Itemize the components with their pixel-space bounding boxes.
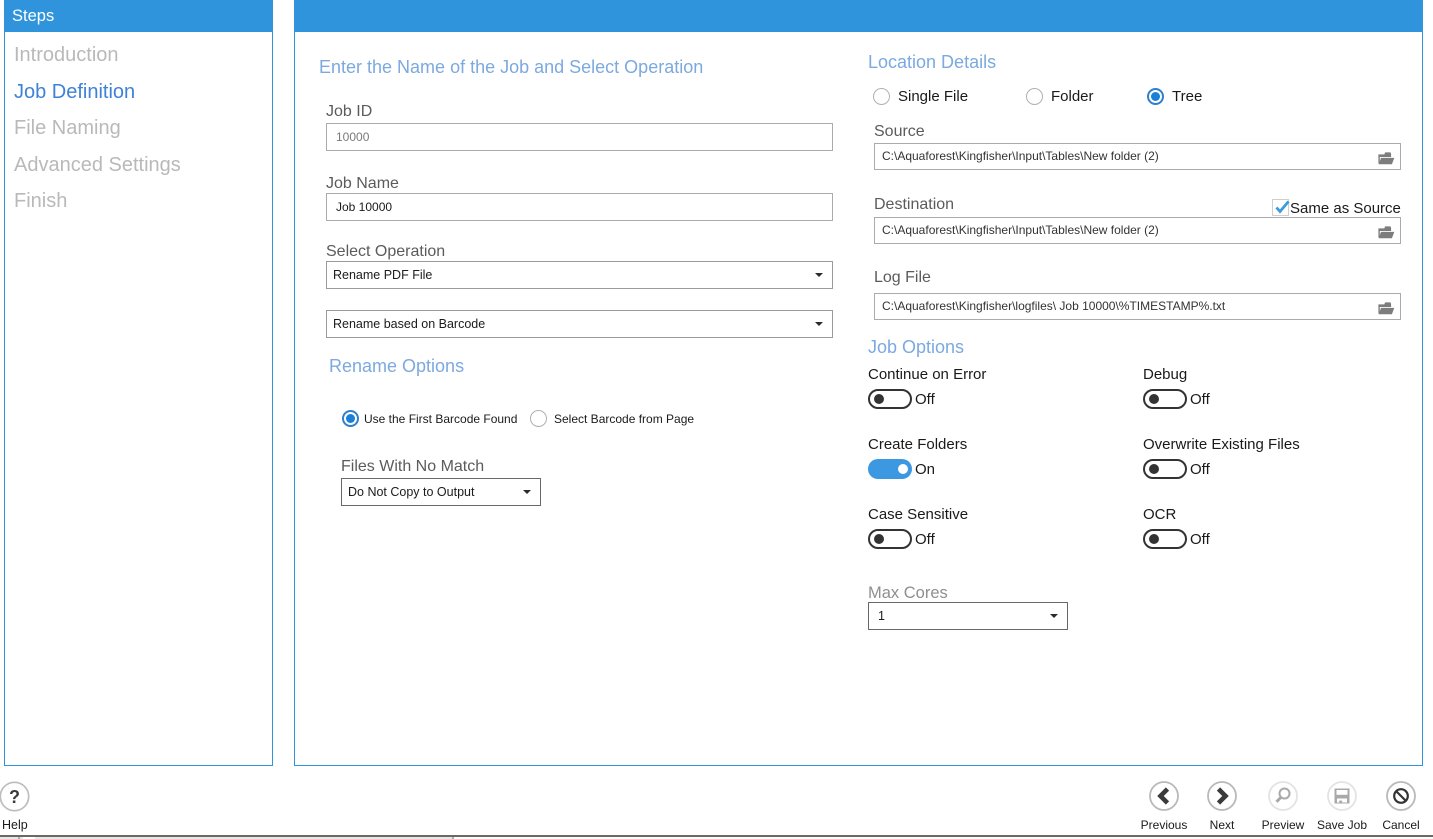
svg-text:?: ? (9, 787, 20, 807)
